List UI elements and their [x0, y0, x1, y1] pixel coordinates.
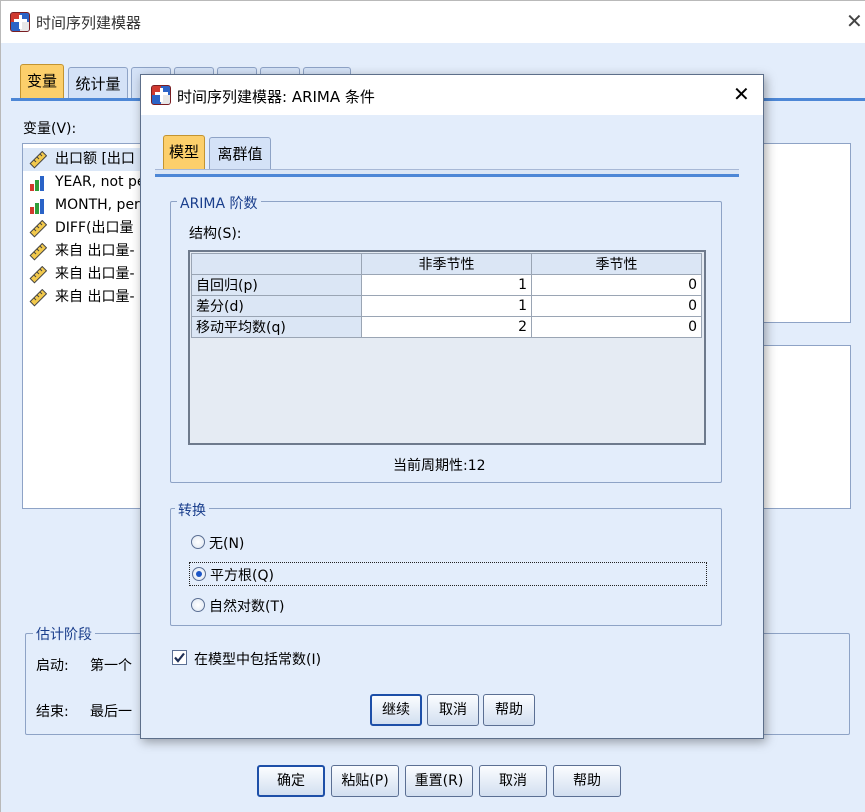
- radio-none[interactable]: [191, 535, 205, 549]
- paste-button[interactable]: 粘贴(P): [331, 765, 399, 797]
- dialog-help-button[interactable]: 帮助: [483, 694, 535, 726]
- arima-criteria-dialog: 时间序列建模器: ARIMA 条件 ✕ 模型 离群值 ARIMA 阶数 结构(S…: [140, 74, 764, 739]
- variable-label: DIFF(出口量: [55, 220, 134, 236]
- estimation-period-label: 估计阶段: [33, 624, 95, 644]
- dialog-title-bar: 时间序列建模器: ARIMA 条件 ✕: [141, 75, 763, 115]
- reset-button[interactable]: 重置(R): [405, 765, 473, 797]
- radio-square-root-label: 平方根(Q): [210, 568, 274, 584]
- radio-natural-log-label: 自然对数(T): [209, 599, 285, 615]
- continue-button[interactable]: 继续: [370, 694, 422, 726]
- dialog-tab-panel-line: [155, 174, 739, 177]
- scale-ruler-icon: [29, 220, 47, 238]
- scale-ruler-icon: [29, 243, 47, 261]
- tab-model[interactable]: 模型: [163, 135, 205, 171]
- variable-label: YEAR, not pe: [55, 174, 146, 190]
- estimation-start-value: 第一个: [90, 658, 132, 674]
- table-row: 差分(d) 1 0: [191, 295, 702, 317]
- row-label-ma: 移动平均数(q): [191, 316, 362, 338]
- transform-none-option[interactable]: 无(N): [189, 532, 389, 554]
- dialog-cancel-button[interactable]: 取消: [427, 694, 479, 726]
- cell-ar-seasonal[interactable]: 0: [531, 274, 702, 296]
- dialog-app-icon: [151, 85, 171, 105]
- table-row: 自回归(p) 1 0: [191, 274, 702, 296]
- radio-none-label: 无(N): [209, 536, 245, 552]
- nominal-bars-icon: [30, 176, 44, 191]
- scale-ruler-icon: [29, 289, 47, 307]
- dependent-variables-list[interactable]: [761, 143, 851, 323]
- transform-log-option[interactable]: 自然对数(T): [189, 595, 389, 617]
- variables-label: 变量(V):: [23, 121, 77, 137]
- transform-sqrt-option[interactable]: 平方根(Q): [189, 562, 707, 586]
- variable-label: MONTH, per: [55, 197, 140, 213]
- ok-button[interactable]: 确定: [257, 765, 325, 797]
- cell-ma-seasonal[interactable]: 0: [531, 316, 702, 338]
- arima-table: 非季节性 季节性 自回归(p) 1 0 差分(d) 1 0 移动平均数(q) 2…: [191, 253, 702, 338]
- structure-grid[interactable]: 非季节性 季节性 自回归(p) 1 0 差分(d) 1 0 移动平均数(q) 2…: [188, 250, 706, 445]
- checkmark-icon: [174, 652, 185, 663]
- dialog-close-icon[interactable]: ✕: [733, 82, 750, 106]
- radio-natural-log[interactable]: [191, 598, 205, 612]
- table-header-corner: [191, 253, 362, 275]
- help-button[interactable]: 帮助: [553, 765, 621, 797]
- variable-label: 来自 出口量-: [55, 266, 135, 282]
- tab-statistics[interactable]: 统计量: [68, 67, 128, 98]
- main-close-icon[interactable]: ✕: [846, 9, 863, 33]
- estimation-start-label: 启动:: [36, 658, 69, 674]
- variable-label: 来自 出口量-: [55, 289, 135, 305]
- radio-square-root[interactable]: [192, 567, 206, 581]
- scale-ruler-icon: [29, 266, 47, 284]
- nominal-bars-icon: [30, 199, 44, 214]
- variable-label: 来自 出口量-: [55, 243, 135, 259]
- variable-label: 出口额 [出口: [55, 151, 135, 167]
- cancel-button[interactable]: 取消: [479, 765, 547, 797]
- cell-diff-seasonal[interactable]: 0: [531, 295, 702, 317]
- tab-variables[interactable]: 变量: [20, 64, 64, 98]
- arima-orders-label: ARIMA 阶数: [177, 193, 261, 213]
- main-title-bar: 时间序列建模器 ✕: [1, 1, 865, 43]
- dialog-title-text: 时间序列建模器: ARIMA 条件: [177, 88, 375, 106]
- table-header-row: 非季节性 季节性: [191, 253, 702, 275]
- tab-outliers[interactable]: 离群值: [209, 137, 271, 169]
- estimation-end-label: 结束:: [36, 704, 69, 720]
- transformation-label: 转换: [175, 500, 209, 520]
- structure-label: 结构(S):: [189, 226, 242, 242]
- independent-variables-list[interactable]: [761, 345, 851, 509]
- include-constant-checkbox[interactable]: [172, 650, 187, 665]
- scale-ruler-icon: [29, 151, 47, 169]
- app-icon: [10, 12, 30, 32]
- estimation-end-value: 最后一: [90, 704, 132, 720]
- include-constant-label: 在模型中包括常数(I): [194, 652, 322, 668]
- row-label-ar: 自回归(p): [191, 274, 362, 296]
- cell-diff-nonseasonal[interactable]: 1: [361, 295, 532, 317]
- include-constant-option[interactable]: 在模型中包括常数(I): [171, 648, 431, 670]
- cell-ar-nonseasonal[interactable]: 1: [361, 274, 532, 296]
- table-header-seasonal: 季节性: [531, 253, 702, 275]
- row-label-diff: 差分(d): [191, 295, 362, 317]
- main-title-text: 时间序列建模器: [36, 14, 142, 32]
- current-periodicity: 当前周期性:12: [393, 458, 486, 474]
- cell-ma-nonseasonal[interactable]: 2: [361, 316, 532, 338]
- table-header-nonseasonal: 非季节性: [361, 253, 532, 275]
- table-row: 移动平均数(q) 2 0: [191, 316, 702, 338]
